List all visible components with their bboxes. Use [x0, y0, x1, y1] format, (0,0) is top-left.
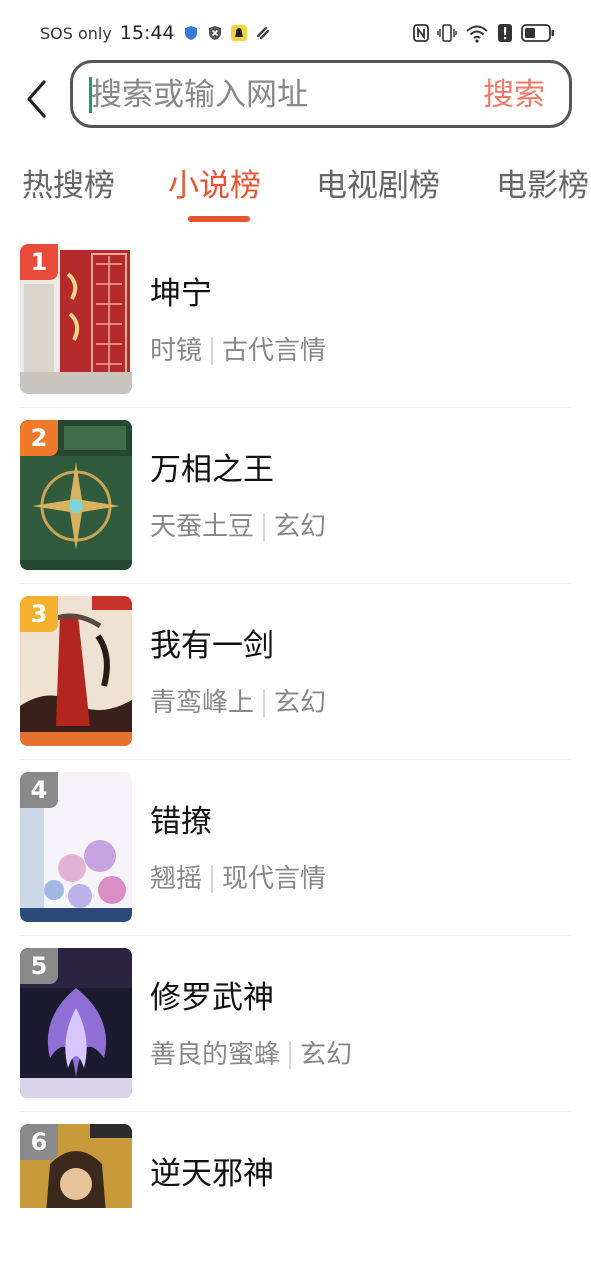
book-meta: 翘摇 现代言情 [150, 862, 326, 896]
link-icon [256, 26, 269, 40]
shield-icon [184, 26, 197, 40]
book-title: 我有一剑 [150, 628, 274, 664]
list-item[interactable]: 5 修罗武神 善良的蜜蜂 玄幻 [20, 936, 571, 1112]
list-item[interactable]: 3 我有一剑 青鸾峰上 玄幻 [20, 584, 571, 760]
block-icon [208, 26, 221, 40]
category-tabs: 热搜榜 小说榜 电视剧榜 电影榜 [0, 160, 591, 230]
book-meta: 天蚕土豆 玄幻 [150, 510, 326, 544]
clock: 15:44 [119, 22, 175, 44]
list-item[interactable]: 2 万相之王 天蚕土豆 玄幻 [20, 408, 571, 584]
book-title: 坤宁 [150, 276, 212, 312]
rank-badge: 4 [20, 772, 58, 808]
meta-separator [211, 865, 214, 893]
book-cover: 2 [20, 420, 132, 570]
chevron-left-icon [27, 80, 46, 118]
book-title: 错撩 [150, 804, 212, 840]
rank-badge: 3 [20, 596, 58, 632]
book-genre: 玄幻 [274, 512, 327, 542]
book-meta: 时镜 古代言情 [150, 334, 326, 368]
book-title: 万相之王 [150, 452, 274, 488]
app-notification-icon [230, 25, 247, 41]
book-title: 修罗武神 [150, 980, 274, 1016]
book-author: 时镜 [150, 336, 203, 366]
search-input[interactable] [91, 71, 471, 119]
list-bottom-mask [0, 1208, 591, 1280]
search-bar[interactable]: 搜索 [70, 60, 572, 128]
book-author: 善良的蜜蜂 [150, 1040, 281, 1070]
list-item[interactable]: 1 坤宁 时镜 古代言情 [20, 232, 571, 408]
status-bar-right [413, 20, 555, 46]
tab-hot-search[interactable]: 热搜榜 [22, 164, 115, 208]
battery-icon [521, 24, 554, 42]
book-author: 天蚕土豆 [150, 512, 255, 542]
rank-badge: 5 [20, 948, 58, 984]
wifi-icon [466, 25, 488, 43]
book-meta: 青鸾峰上 玄幻 [150, 686, 326, 720]
rank-badge: 2 [20, 420, 58, 456]
rank-badge: 6 [20, 1124, 58, 1160]
book-cover: 1 [20, 244, 132, 394]
back-button[interactable] [18, 78, 54, 120]
tab-tv-series[interactable]: 电视剧榜 [316, 164, 440, 208]
meta-separator [211, 337, 214, 365]
meta-separator [289, 1041, 292, 1069]
book-author: 翘摇 [150, 864, 203, 894]
nfc-icon [413, 24, 429, 42]
book-cover: 5 [20, 948, 132, 1098]
carrier-text: SOS only [40, 23, 112, 43]
tab-movies[interactable]: 电影榜 [496, 164, 589, 208]
meta-separator [263, 689, 266, 717]
book-title: 逆天邪神 [150, 1156, 274, 1192]
status-bar-left: SOS only 15:44 [40, 20, 271, 46]
book-genre: 古代言情 [222, 336, 327, 366]
book-cover: 3 [20, 596, 132, 746]
rank-badge: 1 [20, 244, 58, 280]
list-item[interactable]: 4 错撩 翘摇 现代言情 [20, 760, 571, 936]
search-button[interactable]: 搜索 [483, 75, 545, 115]
active-tab-indicator [188, 216, 250, 222]
book-meta: 善良的蜜蜂 玄幻 [150, 1038, 352, 1072]
book-genre: 玄幻 [300, 1040, 353, 1070]
vibrate-icon [437, 24, 457, 42]
status-bar: SOS only 15:44 [0, 0, 591, 64]
book-genre: 现代言情 [222, 864, 327, 894]
meta-separator [263, 513, 266, 541]
alert-icon [498, 24, 512, 42]
book-author: 青鸾峰上 [150, 688, 255, 718]
tab-novels[interactable]: 小说榜 [168, 164, 261, 208]
book-cover: 4 [20, 772, 132, 922]
book-genre: 玄幻 [274, 688, 327, 718]
